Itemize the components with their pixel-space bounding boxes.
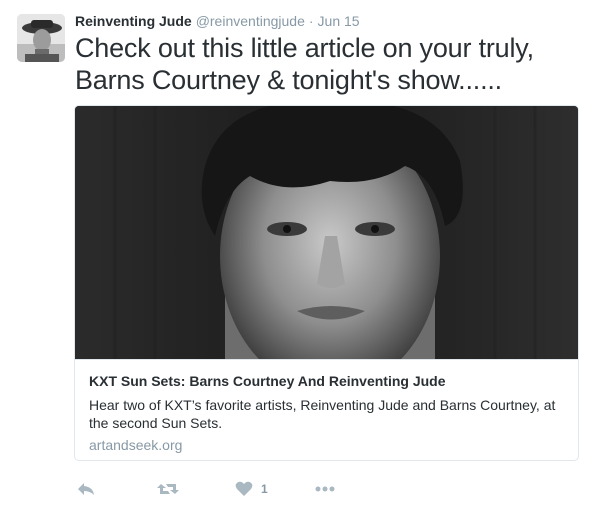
portrait-photo	[75, 106, 578, 391]
avatar-image	[17, 14, 65, 62]
reply-icon	[78, 483, 94, 495]
fullname[interactable]: Reinventing Jude	[75, 13, 192, 29]
more-button[interactable]	[315, 477, 335, 501]
heart-icon	[235, 481, 253, 496]
like-button[interactable]: 1	[235, 477, 268, 501]
retweet-icon	[157, 484, 179, 494]
avatar[interactable]	[17, 14, 65, 62]
tweet: Reinventing Jude @reinventingjude · Jun 15 …	[0, 0, 596, 512]
card-body[interactable]: KXT Sun Sets: Barns Courtney And Reinven…	[75, 359, 578, 460]
time-separator: ·	[308, 13, 314, 29]
card-domain[interactable]: artandseek.org	[89, 437, 182, 453]
reply-button[interactable]	[77, 477, 95, 501]
link-card[interactable]: KXT Sun Sets: Barns Courtney And Reinven…	[74, 105, 579, 461]
more-icon	[315, 486, 335, 492]
timestamp[interactable]: Jun 15	[318, 13, 360, 29]
tweet-header: Reinventing Jude @reinventingjude · Jun 15	[75, 12, 360, 30]
card-title[interactable]: KXT Sun Sets: Barns Courtney And Reinven…	[89, 373, 446, 389]
like-count: 1	[261, 482, 268, 496]
retweet-button[interactable]	[157, 477, 179, 501]
card-image[interactable]	[75, 106, 578, 391]
tweet-actions: 1	[75, 477, 375, 501]
username[interactable]: @reinventingjude	[196, 13, 305, 29]
tweet-text: Check out this little article on your tr…	[75, 33, 534, 95]
card-description: Hear two of KXT’s favorite artists, Rein…	[89, 397, 556, 431]
